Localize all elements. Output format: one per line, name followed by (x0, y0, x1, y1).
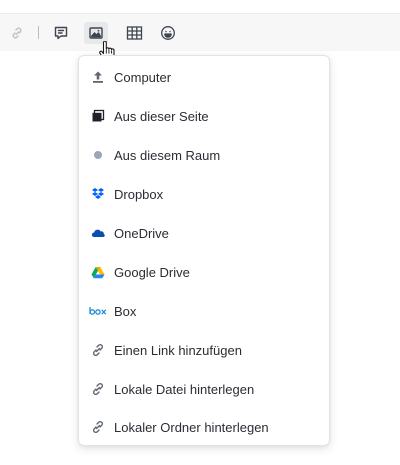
editor-toolbar (0, 13, 400, 51)
toolbar-separator (38, 26, 39, 39)
menu-item-label: Einen Link hinzufügen (114, 342, 242, 358)
menu-item-label: Computer (114, 69, 172, 85)
emoji-icon[interactable] (158, 23, 178, 43)
link-icon (91, 420, 105, 434)
menu-item-label: OneDrive (114, 225, 169, 241)
menu-item-label: Google Drive (114, 264, 190, 280)
menu-item-lokale-datei-hinterlegen[interactable]: Lokale Datei hinterlegen (79, 370, 329, 408)
link-icon (91, 343, 105, 357)
menu-item-computer[interactable]: Computer (79, 58, 329, 96)
page-icon (91, 109, 105, 123)
room-dot-icon (91, 148, 105, 162)
table-icon[interactable] (124, 23, 144, 43)
menu-item-label: Box (114, 303, 137, 319)
menu-item-einen-link-hinzufuegen[interactable]: Einen Link hinzufügen (79, 331, 329, 369)
onedrive-icon (91, 226, 105, 240)
menu-item-google-drive[interactable]: Google Drive (79, 253, 329, 291)
comment-icon[interactable] (51, 23, 71, 43)
menu-item-label: Dropbox (114, 186, 164, 202)
menu-item-box[interactable]: Box (79, 292, 329, 330)
menu-item-label: Lokale Datei hinterlegen (114, 381, 255, 397)
menu-item-aus-dieser-seite[interactable]: Aus dieser Seite (79, 97, 329, 135)
menu-item-aus-diesem-raum[interactable]: Aus diesem Raum (79, 136, 329, 174)
menu-item-label: Lokaler Ordner hinterlegen (114, 419, 269, 435)
upload-icon (91, 70, 105, 84)
link-icon (91, 382, 105, 396)
dropbox-icon (91, 187, 105, 201)
google-drive-icon (91, 265, 105, 279)
menu-item-label: Aus dieser Seite (114, 108, 209, 124)
link-icon[interactable] (7, 23, 27, 43)
insert-image-dropdown-menu: Computer Aus dieser Seite Aus diesem Rau… (78, 55, 330, 446)
menu-item-label: Aus diesem Raum (114, 147, 221, 163)
menu-item-lokaler-ordner-hinterlegen[interactable]: Lokaler Ordner hinterlegen (79, 408, 329, 446)
menu-item-onedrive[interactable]: OneDrive (79, 214, 329, 252)
menu-item-dropbox[interactable]: Dropbox (79, 175, 329, 213)
box-icon (89, 304, 107, 318)
